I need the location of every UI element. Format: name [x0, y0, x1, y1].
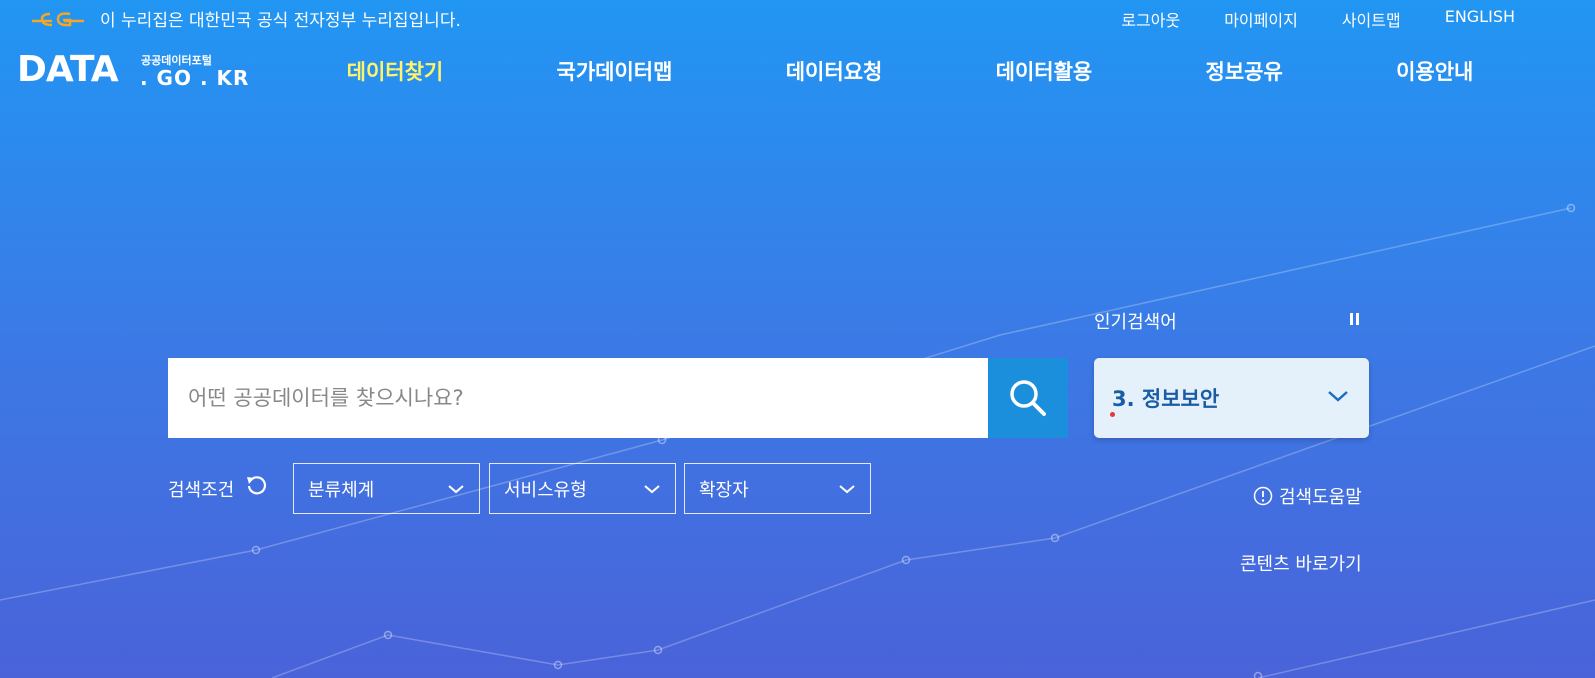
logo-main-text: DATA [17, 49, 119, 90]
search-conditions-label: 검색조건 [168, 480, 235, 501]
content-shortcut-link[interactable]: 콘텐츠 바로가기 [1240, 550, 1362, 576]
chevron-down-icon [839, 485, 855, 494]
chevron-down-icon [448, 485, 464, 494]
chevron-down-icon [644, 485, 660, 494]
search-box [168, 358, 988, 438]
logout-link[interactable]: 로그아웃 [1121, 7, 1180, 31]
extension-select-value: 확장자 [699, 479, 749, 501]
popular-keyword-current: 3. 정보보안 [1112, 387, 1220, 411]
info-icon [1253, 486, 1273, 506]
top-bar: 이 누리집은 대한민국 공식 전자정부 누리집입니다. 로그아웃 마이페이지 사… [0, 0, 1595, 36]
nav-item-data-request[interactable]: 데이터요청 [786, 56, 883, 86]
nav-item-national-data-map[interactable]: 국가데이터맵 [557, 56, 673, 86]
category-select-value: 분류체계 [308, 479, 375, 501]
popular-keywords-label: 인기검색어 [1094, 312, 1177, 333]
main-nav: 데이터찾기 국가데이터맵 데이터요청 데이터활용 정보공유 이용안내 [290, 56, 1530, 86]
government-emblem-icon [32, 12, 84, 27]
utility-links: 로그아웃 마이페이지 사이트맵 ENGLISH [1121, 7, 1515, 31]
status-dot [1110, 412, 1115, 417]
category-select[interactable]: 분류체계 [293, 463, 480, 514]
background-graph-lines [0, 203, 1595, 678]
mypage-link[interactable]: 마이페이지 [1224, 7, 1298, 31]
nav-item-info-share[interactable]: 정보공유 [1206, 56, 1283, 86]
nav-item-data-usage[interactable]: 데이터활용 [996, 56, 1093, 86]
reset-icon[interactable] [245, 474, 269, 498]
nav-item-user-guide[interactable]: 이용안내 [1396, 56, 1473, 86]
service-type-select[interactable]: 서비스유형 [489, 463, 676, 514]
nav-item-data-search[interactable]: 데이터찾기 [347, 56, 444, 86]
search-help-link[interactable]: 검색도움말 [1253, 483, 1362, 509]
gov-notice-text: 이 누리집은 대한민국 공식 전자정부 누리집입니다. [100, 11, 461, 31]
search-input[interactable] [168, 358, 988, 438]
chevron-down-icon [1328, 391, 1348, 402]
service-type-select-value: 서비스유형 [504, 479, 587, 501]
site-logo[interactable]: DATA 공공데이터포털 . GO . KR [17, 49, 248, 91]
popular-keyword-dropdown[interactable]: 3. 정보보안 [1094, 358, 1369, 438]
search-icon [1010, 380, 1046, 416]
extension-select[interactable]: 확장자 [684, 463, 871, 514]
sitemap-link[interactable]: 사이트맵 [1342, 7, 1401, 31]
pause-icon[interactable] [1348, 312, 1362, 328]
search-help-label: 검색도움말 [1279, 487, 1362, 508]
search-button[interactable] [988, 358, 1068, 438]
english-link[interactable]: ENGLISH [1445, 7, 1515, 31]
logo-domain-text: . GO . KR [140, 66, 250, 90]
